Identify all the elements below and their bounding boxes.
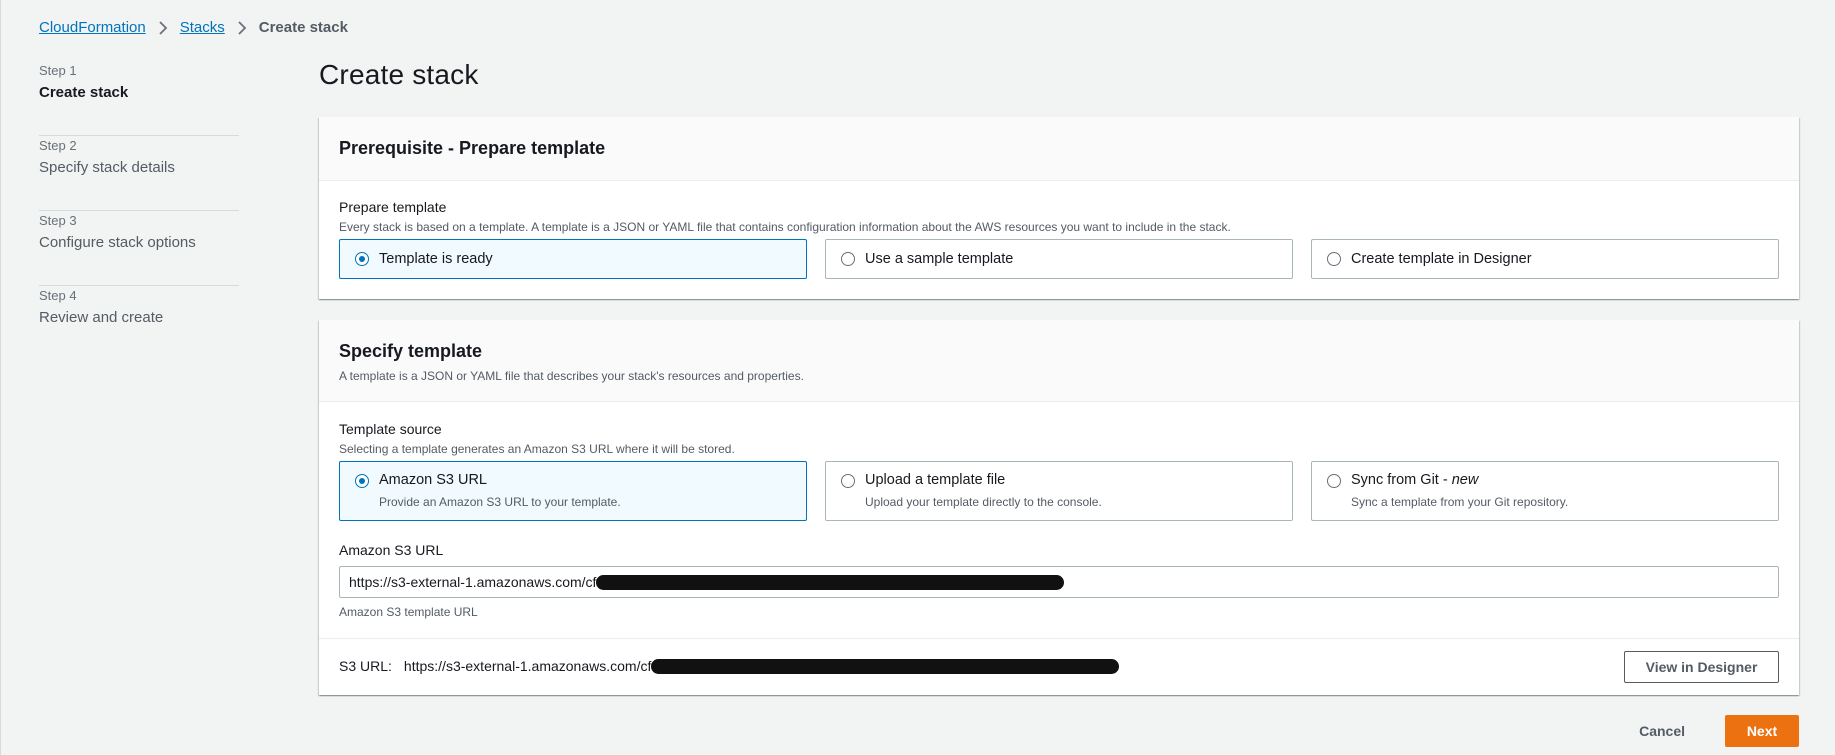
step-title: Review and create	[39, 309, 164, 326]
option-label: Template is ready	[379, 251, 493, 267]
option-s3-url[interactable]: Amazon S3 URL Provide an Amazon S3 URL t…	[339, 461, 807, 521]
template-source-desc: Selecting a template generates an Amazon…	[339, 442, 735, 456]
option-desc: Provide an Amazon S3 URL to your templat…	[379, 495, 621, 509]
option-desc: Sync a template from your Git repository…	[1351, 495, 1569, 509]
step-number: Step 3	[39, 213, 77, 228]
window-edge	[0, 0, 1, 755]
s3-url-display: S3 URL: https://s3-external-1.amazonaws.…	[339, 658, 1120, 674]
wizard-actions: Cancel Next	[1639, 715, 1799, 747]
wizard-step-4: Step 4 Review and create	[39, 286, 239, 361]
divider	[319, 638, 1799, 639]
radio-icon[interactable]	[841, 252, 855, 266]
cancel-button[interactable]: Cancel	[1639, 723, 1685, 739]
chevron-right-icon	[225, 20, 259, 35]
next-button[interactable]: Next	[1725, 715, 1799, 747]
step-title: Specify stack details	[39, 159, 175, 176]
option-label: Upload a template file	[865, 472, 1006, 488]
chevron-right-icon	[146, 20, 180, 35]
option-label: Use a sample template	[865, 251, 1014, 267]
redaction-bar	[596, 574, 1065, 590]
radio-icon[interactable]	[841, 474, 855, 488]
s3-url-hint: Amazon S3 template URL	[339, 605, 478, 619]
option-label-text: Sync from Git -	[1351, 472, 1452, 488]
view-in-designer-button[interactable]: View in Designer	[1624, 651, 1779, 683]
radio-selected-icon[interactable]	[355, 252, 369, 266]
template-source-label: Template source	[339, 421, 442, 437]
wizard-step-3: Step 3 Configure stack options	[39, 211, 239, 286]
s3-url-input[interactable]: https://s3-external-1.amazonaws.com/cf	[339, 566, 1779, 598]
step-title: Configure stack options	[39, 234, 196, 251]
radio-selected-icon[interactable]	[355, 474, 369, 488]
breadcrumb: CloudFormation Stacks Create stack	[39, 19, 348, 36]
wizard-step-2: Step 2 Specify stack details	[39, 136, 239, 211]
step-number: Step 2	[39, 138, 77, 153]
breadcrumb-cloudformation[interactable]: CloudFormation	[39, 19, 146, 36]
s3-url-label: Amazon S3 URL	[339, 542, 444, 558]
breadcrumb-current: Create stack	[258, 19, 348, 36]
specify-template-panel: Specify template A template is a JSON or…	[319, 320, 1799, 695]
panel-header: Prerequisite - Prepare template	[319, 117, 1799, 181]
step-number: Step 4	[39, 288, 77, 303]
redaction-bar	[651, 658, 1120, 674]
radio-icon[interactable]	[1327, 252, 1341, 266]
wizard-step-1: Step 1 Create stack	[39, 61, 239, 136]
option-designer-template[interactable]: Create template in Designer	[1311, 239, 1779, 279]
option-desc: Upload your template directly to the con…	[865, 495, 1102, 509]
panel-heading: Prerequisite - Prepare template	[339, 138, 606, 158]
panel-description: A template is a JSON or YAML file that d…	[339, 369, 804, 383]
option-sync-git[interactable]: Sync from Git - new Sync a template from…	[1311, 461, 1779, 521]
step-title: Create stack	[39, 84, 129, 101]
page-title: Create stack	[319, 59, 479, 90]
option-label: Amazon S3 URL	[379, 472, 487, 488]
option-sample-template[interactable]: Use a sample template	[825, 239, 1293, 279]
step-number: Step 1	[39, 63, 77, 78]
wizard-steps: Step 1 Create stack Step 2 Specify stack…	[39, 61, 239, 361]
option-upload-file[interactable]: Upload a template file Upload your templ…	[825, 461, 1293, 521]
s3-url-value: https://s3-external-1.amazonaws.com/cf	[349, 574, 597, 590]
panel-heading: Specify template	[339, 341, 483, 361]
s3-url-display-label: S3 URL:	[339, 658, 392, 674]
prepare-template-desc: Every stack is based on a template. A te…	[339, 220, 1231, 234]
panel-header: Specify template A template is a JSON or…	[319, 320, 1799, 402]
new-badge: new	[1451, 472, 1479, 488]
option-label: Sync from Git - new	[1351, 472, 1478, 488]
option-template-ready[interactable]: Template is ready	[339, 239, 807, 279]
prerequisite-panel: Prerequisite - Prepare template Prepare …	[319, 117, 1799, 299]
s3-url-display-value: https://s3-external-1.amazonaws.com/cf	[403, 658, 652, 674]
option-label: Create template in Designer	[1351, 251, 1532, 267]
prepare-template-label: Prepare template	[339, 199, 447, 215]
breadcrumb-stacks[interactable]: Stacks	[180, 19, 225, 36]
radio-icon[interactable]	[1327, 474, 1341, 488]
